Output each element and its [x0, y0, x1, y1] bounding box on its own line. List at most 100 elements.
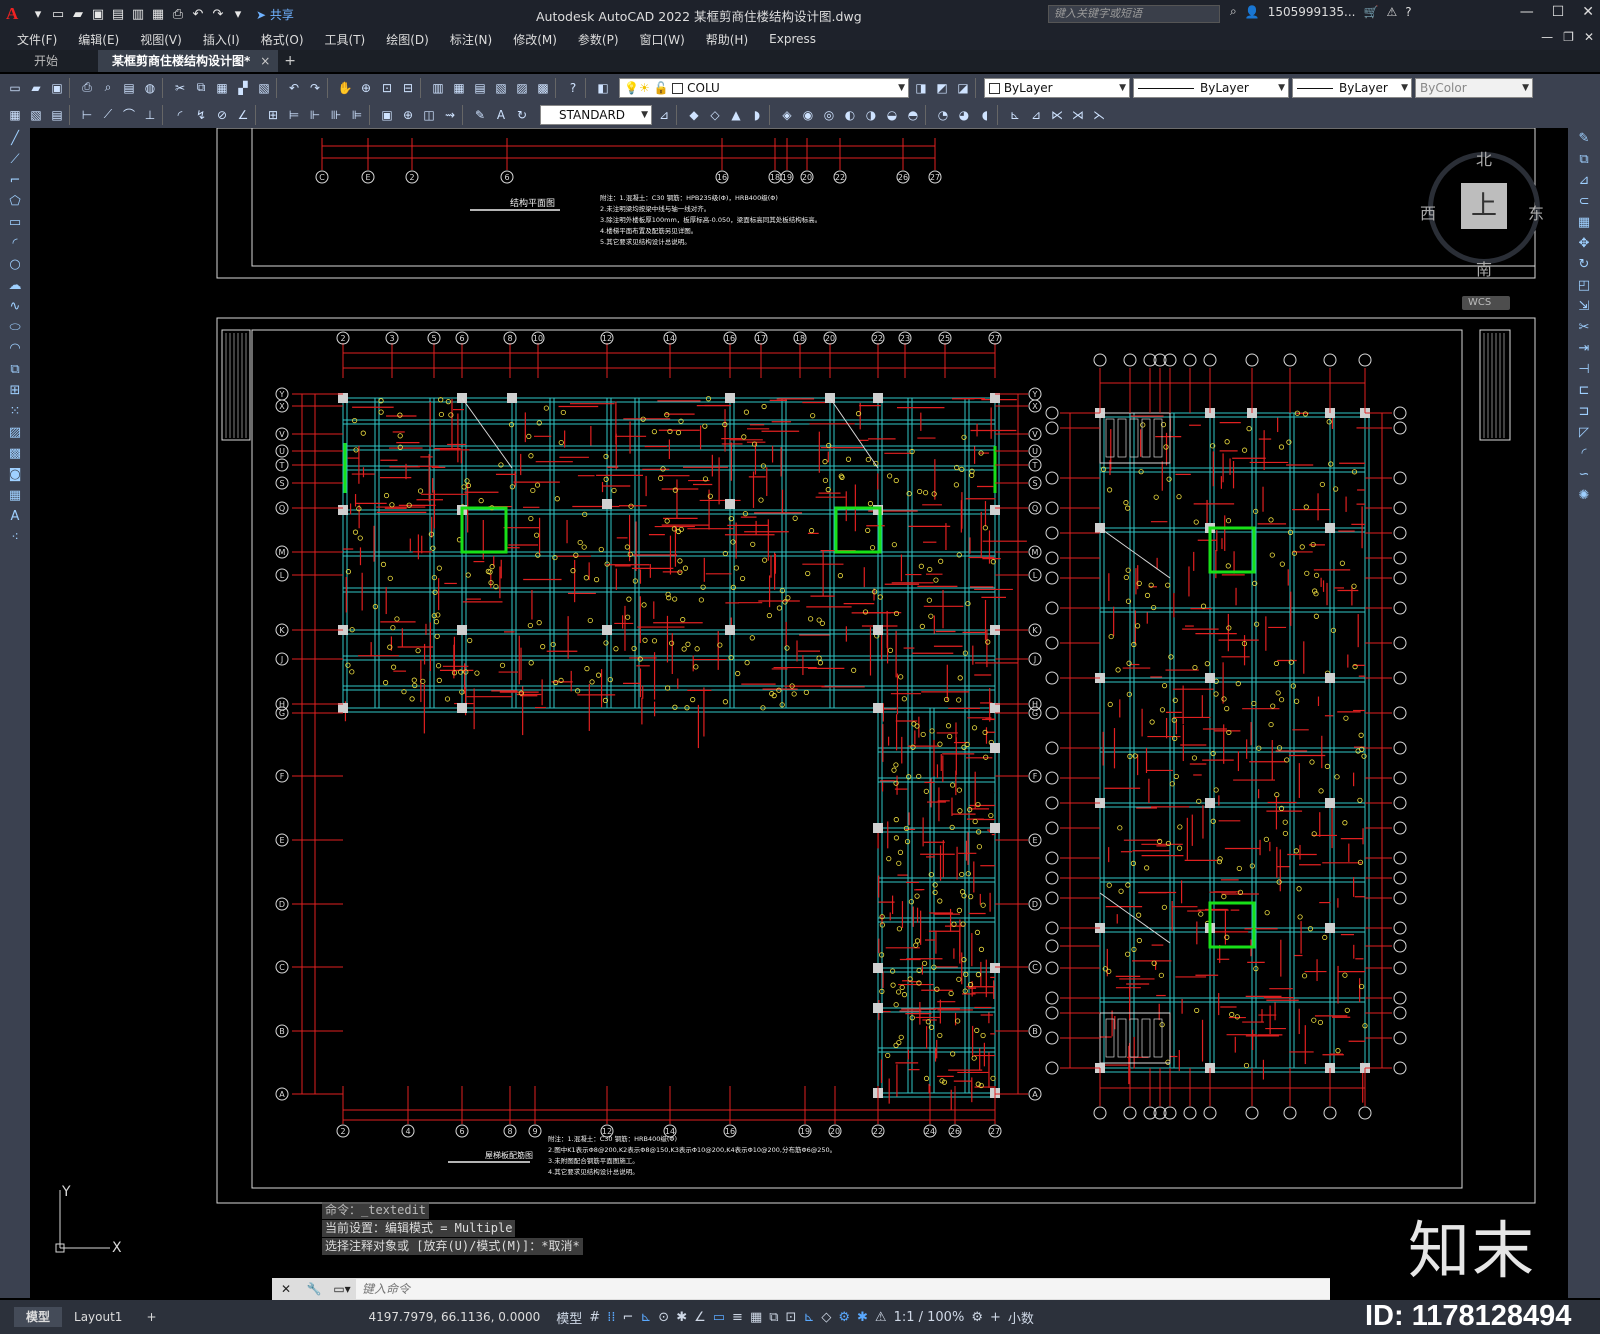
calculator-icon[interactable]: ▩	[534, 79, 552, 97]
save-web-icon[interactable]: ▦	[150, 6, 166, 22]
interfere-icon[interactable]: ◒	[883, 106, 901, 124]
match-properties-icon[interactable]: ▞	[234, 79, 252, 97]
scale-readout[interactable]: 1:1 / 100%	[894, 1310, 965, 1325]
close-icon[interactable]: ✕	[1582, 4, 1594, 20]
jogged-linear-icon[interactable]: ⇝	[441, 106, 459, 124]
add-icon[interactable]: +	[990, 1310, 1001, 1325]
auto-scale-icon[interactable]: ✱	[857, 1310, 868, 1325]
units-readout[interactable]: 小数	[1008, 1308, 1034, 1327]
join-icon[interactable]: ⊐	[1568, 401, 1600, 422]
explode-icon[interactable]: ✺	[1568, 485, 1600, 506]
subtract-icon[interactable]: ◉	[799, 106, 817, 124]
union-icon[interactable]: ◈	[778, 106, 796, 124]
polyline-icon[interactable]: ⌐	[0, 170, 30, 191]
sheet-set-icon[interactable]: ▧	[492, 79, 510, 97]
make-block-icon[interactable]: ⊞	[0, 380, 30, 401]
extend-icon[interactable]: ⇥	[1568, 338, 1600, 359]
structural-plan-drawing[interactable]: C E 2 6 16 18 19 20 22 26 27 结构平面图 附注：1.混凝土：C30 钢筋…	[30, 128, 1568, 1298]
annotation-scale-icon[interactable]: ⚠	[875, 1310, 887, 1325]
make-current-icon[interactable]: ◨	[912, 79, 930, 97]
layer-previous-icon[interactable]: ◩	[933, 79, 951, 97]
preview-icon[interactable]: ⌕	[99, 79, 117, 97]
dim-text-edit-icon[interactable]: A	[492, 106, 510, 124]
command-prompt-icon[interactable]: ▭▾	[328, 1282, 356, 1296]
continue-icon[interactable]: ⊩	[306, 106, 324, 124]
menu-item-3[interactable]: 插入(I)	[203, 31, 240, 48]
menu-item-12[interactable]: Express	[769, 32, 816, 46]
mirror-icon[interactable]: ⊿	[1568, 170, 1600, 191]
cart-icon[interactable]: 🛒	[1363, 5, 1378, 19]
shell-icon[interactable]: ◓	[904, 106, 922, 124]
menu-item-10[interactable]: 窗口(W)	[640, 31, 685, 48]
viewcube-east[interactable]: 东	[1528, 200, 1544, 224]
undo-icon[interactable]: ↶	[190, 6, 206, 22]
isodraft-icon[interactable]: ✱	[676, 1310, 687, 1325]
undo-icon[interactable]: ↶	[285, 79, 303, 97]
ellipse-icon[interactable]: ⬭	[0, 317, 30, 338]
pan-icon[interactable]: ✋	[336, 79, 354, 97]
extrude-icon[interactable]: ▲	[727, 106, 745, 124]
mtext-icon[interactable]: A	[0, 506, 30, 527]
move-icon[interactable]: ✥	[1568, 233, 1600, 254]
multileader-icon[interactable]: ▤	[48, 106, 66, 124]
dim-update-icon[interactable]: ↻	[513, 106, 531, 124]
construction-line-icon[interactable]: ⟋	[0, 149, 30, 170]
open-web-icon[interactable]: ▥	[130, 6, 146, 22]
rectangle-icon[interactable]: ▭	[0, 212, 30, 233]
tolerance-icon[interactable]: ▣	[378, 106, 396, 124]
model-space-button[interactable]: 模型	[556, 1308, 582, 1327]
3d-print-icon[interactable]: ◍	[141, 79, 159, 97]
materials-icon[interactable]: ◕	[955, 106, 973, 124]
baseline-icon[interactable]: ⊨	[285, 106, 303, 124]
search-input[interactable]: 键入关键字或短语	[1048, 5, 1220, 23]
new-tab-button[interactable]: +	[284, 50, 296, 72]
offset-icon[interactable]: ⊂	[1568, 191, 1600, 212]
tab-document[interactable]: 某框剪商住楼结构设计图* ×	[98, 50, 279, 72]
layer-properties-icon[interactable]: ◧	[594, 79, 612, 97]
help-icon[interactable]: ?	[1405, 5, 1411, 19]
menu-item-4[interactable]: 格式(O)	[261, 31, 304, 48]
arc-length-icon[interactable]: ⌒	[120, 106, 138, 124]
redo-icon[interactable]: ↷	[210, 6, 226, 22]
center-mark-icon[interactable]: ⊕	[399, 106, 417, 124]
share-button[interactable]: ➤ 共享	[256, 6, 294, 23]
command-customize-icon[interactable]: 🔧	[300, 1282, 328, 1296]
zoom-realtime-icon[interactable]: ⊕	[357, 79, 375, 97]
revision-cloud-icon[interactable]: ☁	[0, 275, 30, 296]
ucs-face-icon[interactable]: ⋊	[1069, 106, 1087, 124]
ucs-previous-icon[interactable]: ⋉	[1048, 106, 1066, 124]
lineweight-icon[interactable]: ≡	[732, 1310, 743, 1325]
maximize-icon[interactable]: ☐	[1552, 4, 1565, 20]
scale-icon[interactable]: ◰	[1568, 275, 1600, 296]
design-center-icon[interactable]: ▦	[450, 79, 468, 97]
tab-start[interactable]: 开始	[0, 50, 98, 72]
radius-icon[interactable]: ◜	[171, 106, 189, 124]
viewcube-south[interactable]: 南	[1476, 256, 1492, 280]
dim-style-icon[interactable]: ▧	[27, 106, 45, 124]
3d-osnap-icon[interactable]: ⊡	[786, 1310, 797, 1325]
osnap-icon[interactable]: ▭	[713, 1310, 725, 1325]
revolve-icon[interactable]: ◗	[748, 106, 766, 124]
ucs-object-icon[interactable]: ⋋	[1090, 106, 1108, 124]
dim-edit-icon[interactable]: ✎	[471, 106, 489, 124]
rotate-icon[interactable]: ↻	[1568, 254, 1600, 275]
zoom-window-icon[interactable]: ⊡	[378, 79, 396, 97]
menu-item-9[interactable]: 参数(P)	[578, 31, 619, 48]
render-icon[interactable]: ◔	[934, 106, 952, 124]
array-icon[interactable]: ▦	[1568, 212, 1600, 233]
lineweight-combo[interactable]: ByLayer ▼	[1292, 77, 1412, 98]
doc-close-icon[interactable]: ✕	[1584, 30, 1594, 44]
username[interactable]: 1505999135...	[1268, 5, 1356, 19]
command-input[interactable]: 键入命令	[356, 1279, 1330, 1299]
stretch-icon[interactable]: ⇲	[1568, 296, 1600, 317]
tab-close-icon[interactable]: ×	[260, 50, 270, 72]
dynamic-ucs-icon[interactable]: ⊾	[803, 1310, 814, 1325]
blend-icon[interactable]: ∽	[1568, 464, 1600, 485]
menu-item-0[interactable]: 文件(F)	[17, 31, 57, 48]
viewcube-west[interactable]: 西	[1420, 200, 1436, 224]
spline-icon[interactable]: ∿	[0, 296, 30, 317]
zoom-previous-icon[interactable]: ⊟	[399, 79, 417, 97]
text-style-combo[interactable]: STANDARD ▼	[540, 104, 652, 125]
menu-item-11[interactable]: 帮助(H)	[706, 31, 748, 48]
tab-model[interactable]: 模型	[14, 1307, 63, 1327]
